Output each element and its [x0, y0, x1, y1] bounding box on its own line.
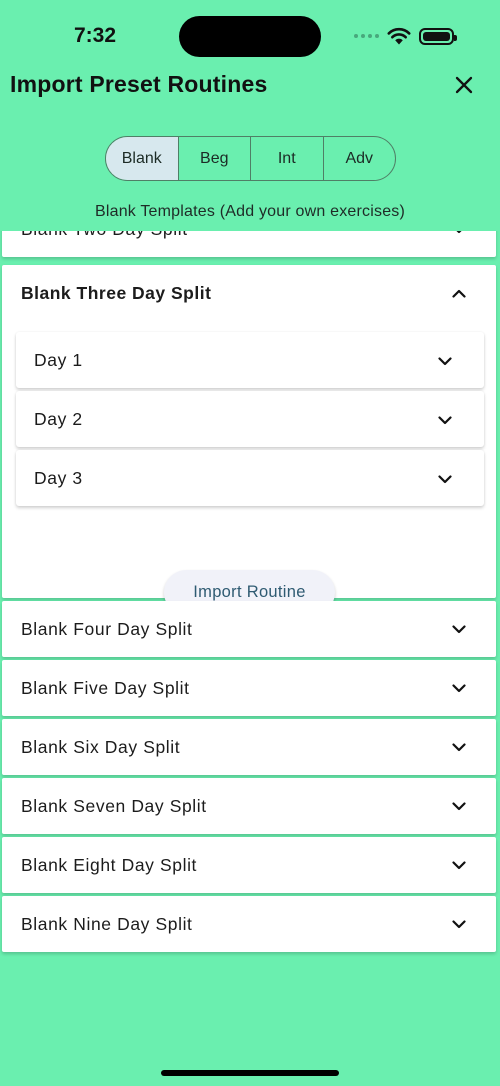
chevron-down-icon	[452, 622, 466, 636]
cellular-signal-icon	[354, 34, 379, 38]
chevron-down-icon	[452, 917, 466, 931]
dynamic-island	[179, 16, 321, 57]
chevron-down-icon	[452, 681, 466, 695]
routine-two-day[interactable]: Blank Two Day Split	[2, 231, 496, 257]
status-time: 7:32	[74, 24, 117, 47]
chevron-down-icon	[438, 468, 452, 489]
day-label: Day 1	[34, 349, 83, 370]
segment-adv[interactable]: Adv	[324, 137, 396, 180]
routine-label: Blank Six Day Split	[21, 736, 181, 757]
status-bar: 7:32	[0, 0, 500, 70]
routine-label: Blank Nine Day Split	[21, 913, 193, 934]
day-label: Day 2	[34, 408, 83, 429]
close-button[interactable]	[449, 70, 479, 100]
routine-label: Blank Five Day Split	[21, 677, 190, 698]
segment-blank[interactable]: Blank	[106, 137, 179, 180]
chevron-down-icon	[452, 740, 466, 754]
routine-nine-day[interactable]: Blank Nine Day Split	[2, 896, 496, 952]
routine-label: Blank Two Day Split	[21, 231, 188, 240]
day-1-item[interactable]: Day 1	[16, 332, 484, 388]
routine-three-day-header[interactable]: Blank Three Day Split	[2, 265, 496, 321]
segment-int[interactable]: Int	[251, 137, 324, 180]
day-label: Day 3	[34, 467, 83, 488]
close-icon	[455, 76, 473, 94]
segment-beg[interactable]: Beg	[179, 137, 251, 180]
routine-list[interactable]: Blank Two Day Split Blank Three Day Spli…	[0, 231, 500, 991]
day-3-item[interactable]: Day 3	[16, 450, 484, 506]
routine-six-day[interactable]: Blank Six Day Split	[2, 719, 496, 775]
chevron-down-icon	[452, 231, 466, 236]
page-title: Import Preset Routines	[10, 71, 268, 97]
routine-label: Blank Three Day Split	[21, 282, 212, 303]
section-subtitle: Blank Templates (Add your own exercises)	[94, 203, 406, 220]
routine-label: Blank Seven Day Split	[21, 795, 207, 816]
level-segmented-control: Blank Beg Int Adv	[105, 136, 396, 181]
day-2-item[interactable]: Day 2	[16, 391, 484, 447]
routine-five-day[interactable]: Blank Five Day Split	[2, 660, 496, 716]
routine-seven-day[interactable]: Blank Seven Day Split	[2, 778, 496, 834]
wifi-icon	[387, 27, 411, 50]
routine-label: Blank Eight Day Split	[21, 854, 198, 875]
chevron-down-icon	[438, 409, 452, 430]
chevron-down-icon	[438, 350, 452, 371]
chevron-down-icon	[452, 858, 466, 872]
routine-three-day: Blank Three Day Split Day 1 Day 2 Day 3 …	[2, 265, 496, 615]
chevron-down-icon	[452, 799, 466, 813]
battery-icon	[419, 28, 457, 45]
chevron-up-icon	[452, 286, 466, 300]
routine-eight-day[interactable]: Blank Eight Day Split	[2, 837, 496, 893]
home-indicator[interactable]	[161, 1070, 339, 1076]
routine-four-day[interactable]: Blank Four Day Split	[2, 601, 496, 657]
routine-label: Blank Four Day Split	[21, 618, 193, 639]
